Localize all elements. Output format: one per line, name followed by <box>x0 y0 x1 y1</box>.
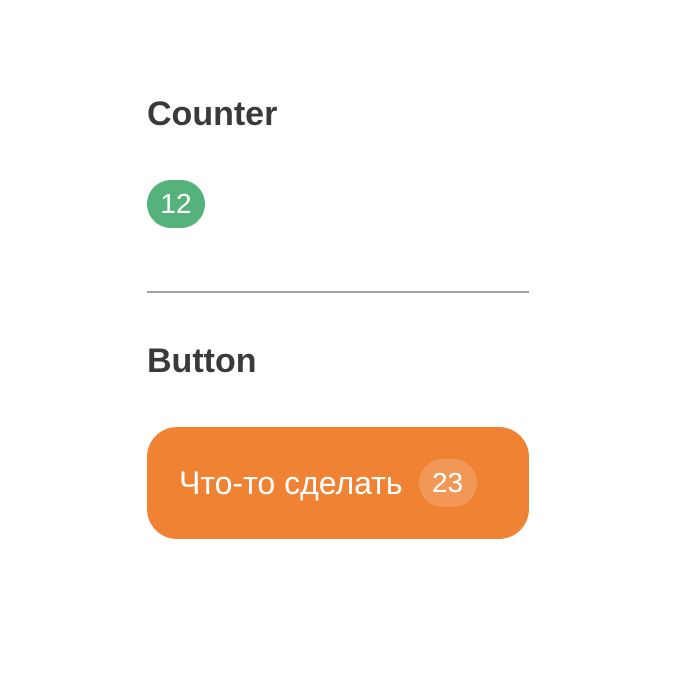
button-counter-badge: 23 <box>418 459 477 507</box>
counter-badge: 12 <box>147 180 205 228</box>
counter-section-title: Counter <box>147 95 278 133</box>
do-something-button-label: Что-то сделать <box>179 464 403 501</box>
button-section-title: Button <box>147 342 257 380</box>
section-divider <box>147 291 529 293</box>
do-something-button[interactable]: Что-то сделать 23 <box>147 427 529 539</box>
